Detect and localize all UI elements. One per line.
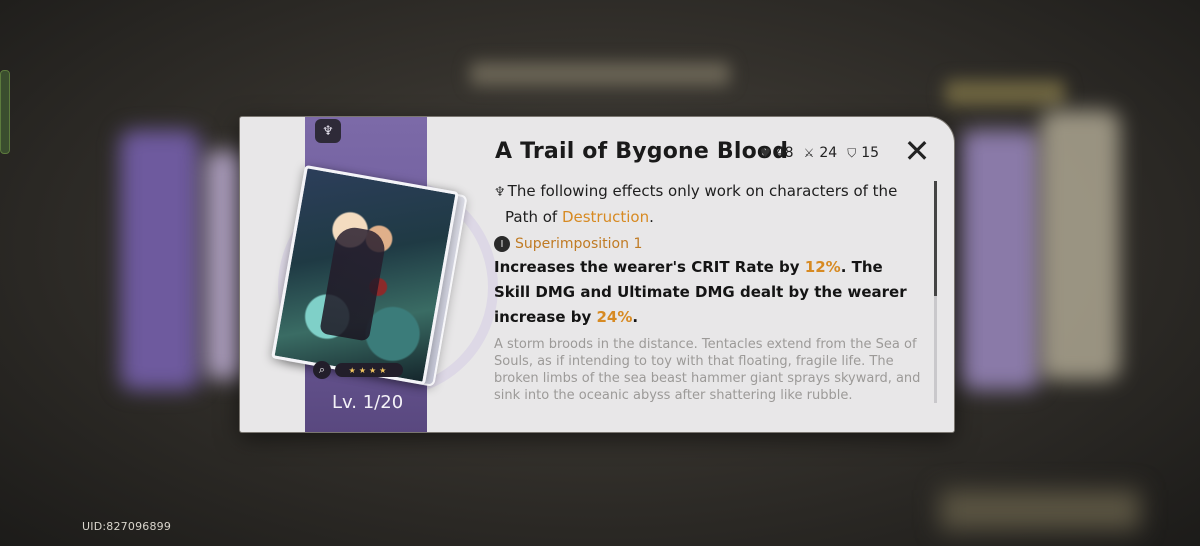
stat-def-value: 15: [861, 145, 880, 161]
light-cone-title: A Trail of Bygone Blood: [495, 139, 789, 164]
path-note-suffix: .: [649, 208, 654, 226]
scrollbar[interactable]: [934, 181, 937, 403]
background-bottom-blur: [940, 490, 1140, 530]
background-card-right-edge: [1040, 110, 1120, 380]
close-icon: ✕: [903, 132, 931, 170]
background-card-right: [960, 130, 1040, 390]
side-indicator: [0, 70, 10, 154]
stat-def: ⛉ 15: [847, 145, 879, 161]
stat-hp-value: 48: [775, 145, 794, 161]
heart-icon: ♥: [760, 146, 771, 160]
superimposition-rank-icon: I: [494, 236, 510, 252]
close-button[interactable]: ✕: [900, 135, 934, 169]
shield-icon: ⛉: [847, 145, 857, 160]
scrollbar-thumb[interactable]: [934, 181, 937, 296]
superimposition-header: I Superimposition 1: [494, 236, 924, 252]
path-note-prefix: The following effects only work on chara…: [507, 182, 898, 200]
background-card-left-edge: [205, 150, 245, 380]
sword-icon: ⚔: [803, 146, 815, 160]
destruction-path-icon: ♆: [315, 119, 341, 143]
uid-label: UID:827096899: [82, 520, 172, 533]
effect-part-1: Increases the wearer's CRIT Rate by: [494, 258, 805, 276]
effect-crit-rate-value: 12%: [804, 258, 841, 276]
rarity-stars: ★★★★: [335, 363, 403, 377]
path-restriction-note: ♆ The following effects only work on char…: [494, 179, 924, 230]
effect-dmg-bonus-value: 24%: [596, 308, 633, 326]
effect-part-3: .: [632, 308, 639, 326]
level-label: Lv. 1/20: [332, 392, 404, 413]
stat-atk: ⚔ 24: [804, 145, 838, 161]
path-note-intro: Path of: [505, 208, 562, 226]
light-cone-detail-dialog: ♆ ⌕ ★★★★ Lv. 1/20 A Trail of Bygone Bloo…: [240, 117, 954, 432]
stat-atk-value: 24: [819, 145, 838, 161]
path-name: Destruction: [561, 208, 650, 226]
background-card-left: [120, 130, 200, 390]
magnify-icon[interactable]: ⌕: [313, 361, 331, 379]
path-icon: ♆: [494, 185, 506, 200]
effect-description: Increases the wearer's CRIT Rate by 12%.…: [494, 255, 924, 330]
lore-text: A storm broods in the distance. Tentacle…: [494, 337, 921, 403]
stats-row: ♥ 48 ⚔ 24 ⛉ 15: [760, 145, 879, 161]
stat-hp: ♥ 48: [760, 145, 794, 161]
background-header-blur: [470, 62, 730, 86]
superimposition-label: Superimposition 1: [515, 236, 643, 252]
background-button-blur: [945, 80, 1065, 106]
description-area: ♆ The following effects only work on char…: [494, 179, 924, 404]
